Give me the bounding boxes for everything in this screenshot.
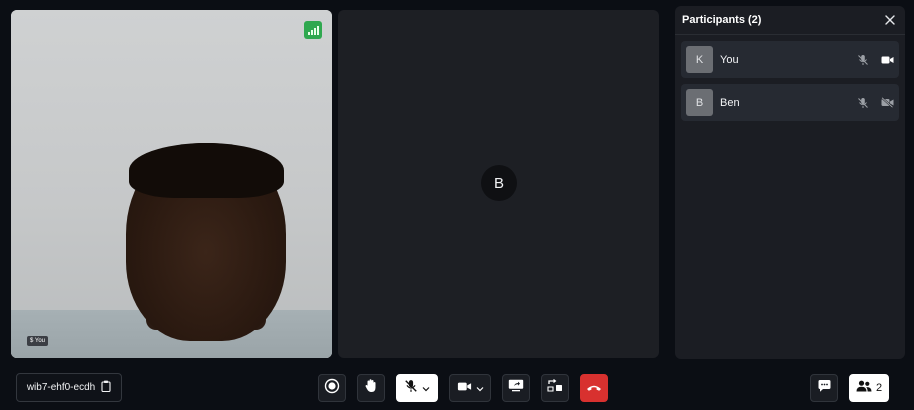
record-icon: [324, 378, 340, 399]
close-icon[interactable]: [883, 13, 897, 27]
end-call-icon: [586, 379, 602, 397]
camera-icon: [457, 379, 472, 397]
mic-muted-icon: [856, 53, 870, 67]
raise-hand-icon: [364, 378, 378, 398]
chat-icon: [817, 379, 832, 398]
mic-muted-icon: [404, 379, 418, 398]
share-screen-button[interactable]: [502, 374, 530, 402]
participants-panel: Participants (2) K You B Ben: [675, 6, 905, 359]
people-icon: [856, 379, 872, 397]
remote-video-tile[interactable]: B: [338, 10, 659, 358]
participant-avatar: B: [686, 89, 713, 116]
camera-toggle[interactable]: [449, 374, 491, 402]
participant-row[interactable]: K You: [681, 41, 899, 78]
participant-avatar: K: [686, 46, 713, 73]
participant-name: Ben: [720, 96, 740, 109]
record-button[interactable]: [318, 374, 346, 402]
self-name-tag: $ You: [27, 336, 49, 346]
chat-button[interactable]: [810, 374, 838, 402]
participant-row[interactable]: B Ben: [681, 84, 899, 121]
raise-hand-button[interactable]: [357, 374, 385, 402]
participants-button[interactable]: 2: [849, 374, 889, 402]
remote-avatar: B: [481, 165, 517, 201]
microphone-toggle[interactable]: [396, 374, 438, 402]
switch-layout-button[interactable]: [541, 374, 569, 402]
camera-off-icon: [880, 96, 894, 110]
participant-name: You: [720, 53, 739, 66]
self-video-tile[interactable]: $ You: [11, 10, 332, 358]
participants-list: K You B Ben: [675, 35, 905, 133]
clipboard-icon[interactable]: [101, 380, 111, 395]
chevron-down-icon[interactable]: [422, 379, 430, 397]
chevron-down-icon[interactable]: [476, 379, 484, 397]
participants-count: 2: [875, 382, 883, 394]
end-call-button[interactable]: [580, 374, 608, 402]
switch-layout-icon: [547, 378, 563, 398]
share-screen-icon: [508, 379, 524, 397]
camera-on-icon: [880, 53, 894, 67]
meeting-stage: $ You B Participants (2) K You B Ben wib…: [0, 0, 914, 410]
camera-feed-hair: [129, 143, 284, 198]
connection-quality-icon: [304, 21, 322, 39]
mic-muted-icon: [856, 96, 870, 110]
participants-panel-header: Participants (2): [675, 6, 905, 35]
meeting-code-chip[interactable]: wib7-ehf0-ecdh: [16, 373, 122, 402]
meeting-code-text: wib7-ehf0-ecdh: [26, 382, 96, 393]
participants-title: Participants (2): [682, 14, 762, 26]
